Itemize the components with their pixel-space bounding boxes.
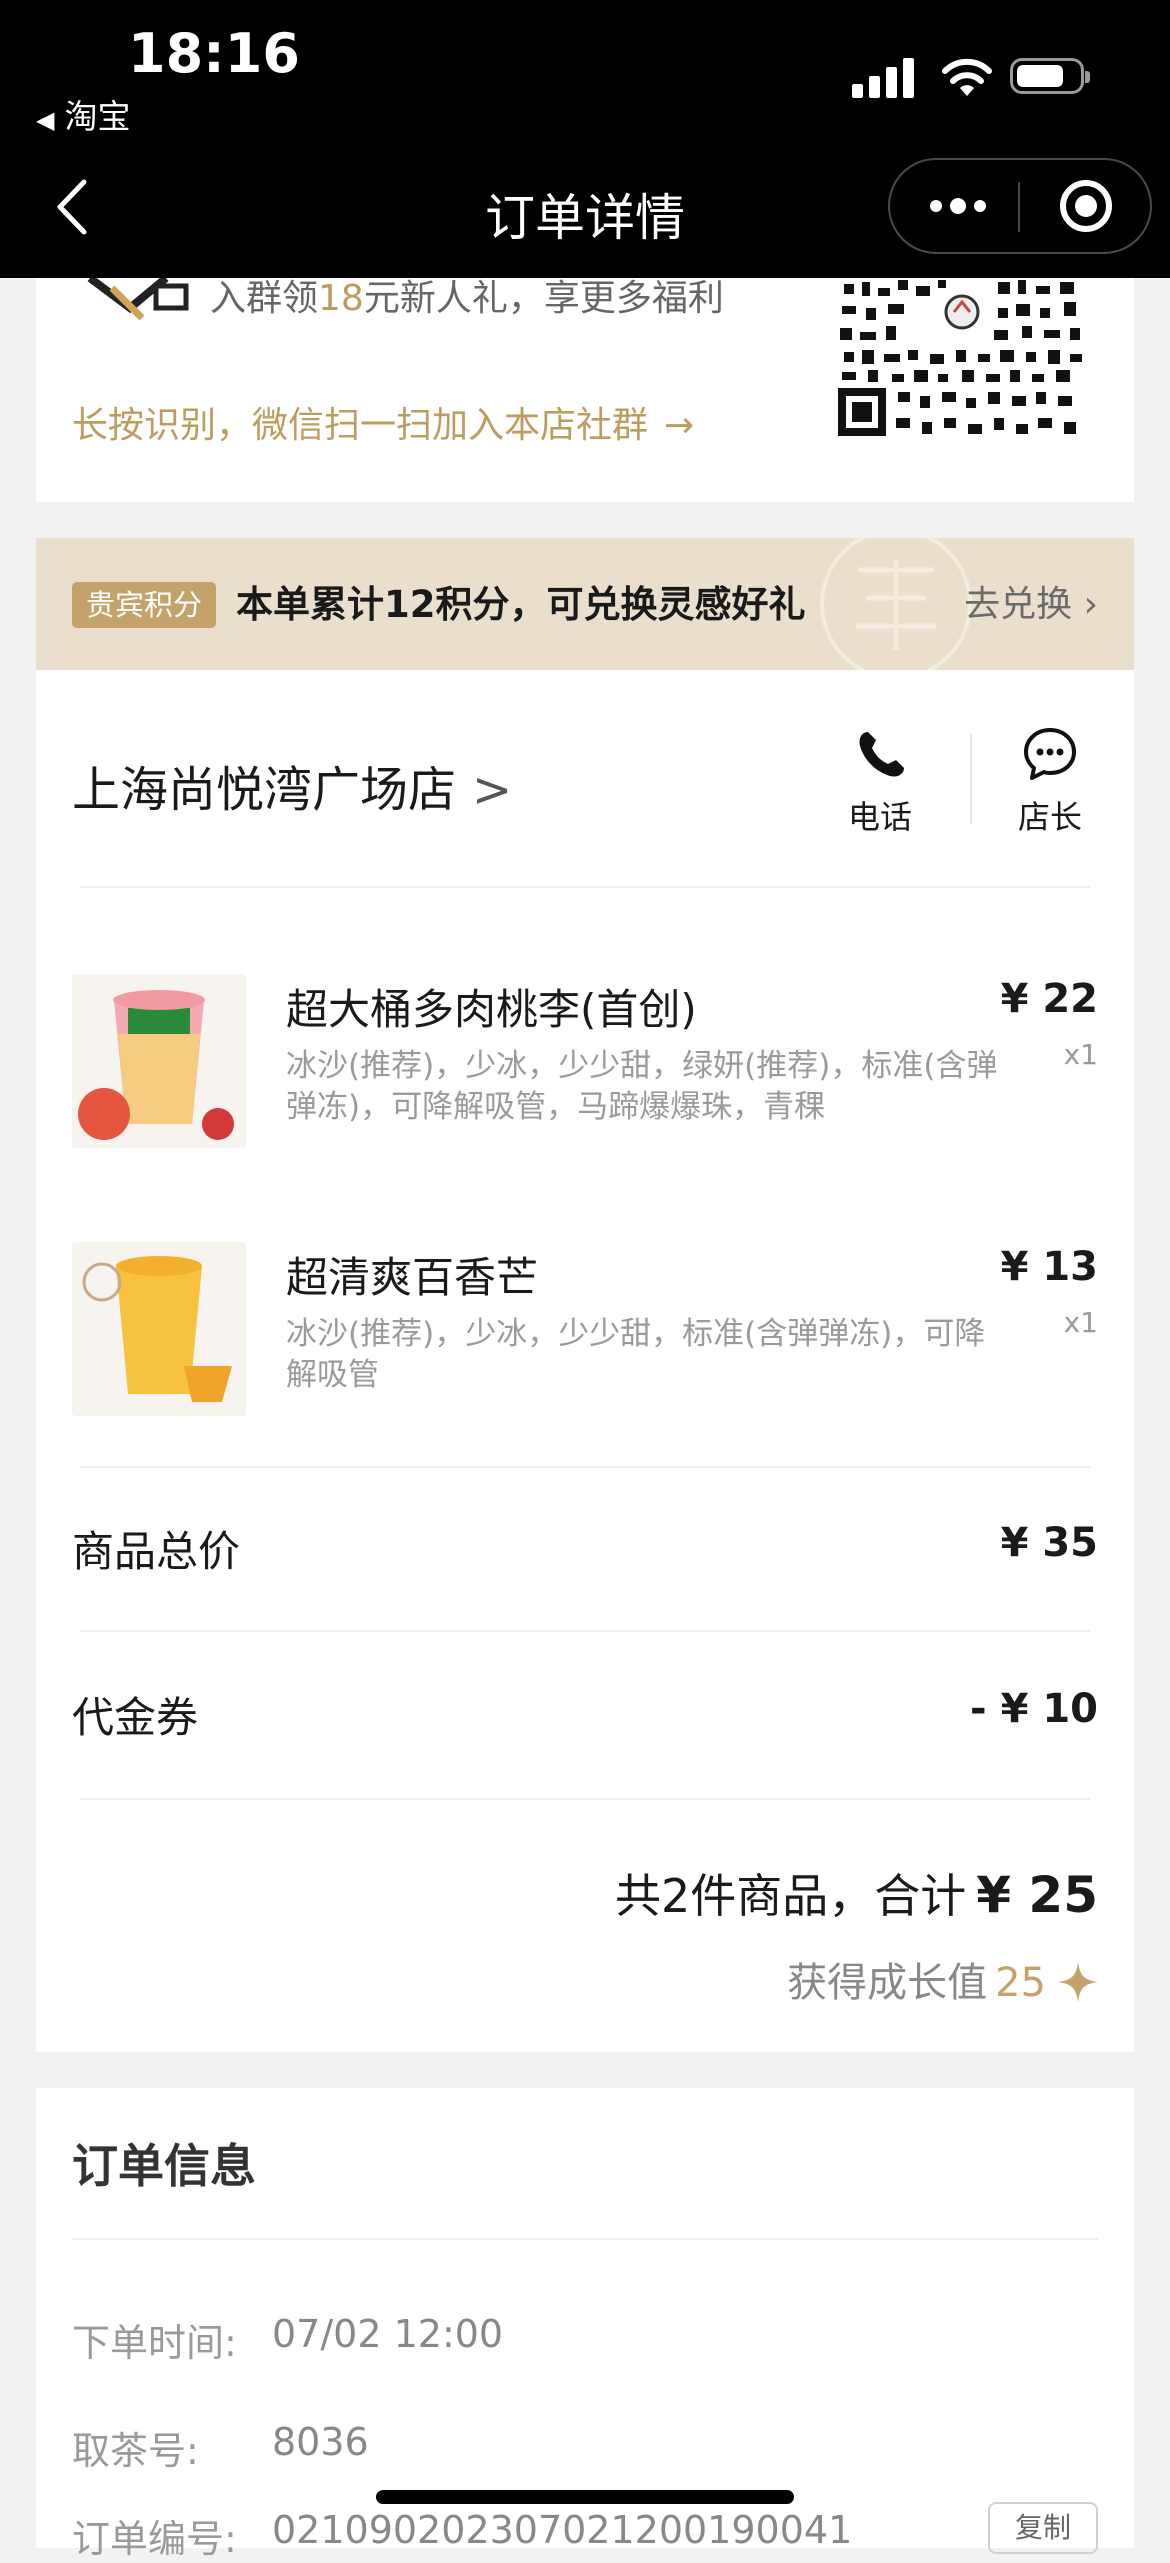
group-invite-card: 入群领18元新人礼，享更多福利 长按识别，微信扫一扫加入本店社群 → xyxy=(36,278,1134,502)
more-icon[interactable] xyxy=(930,186,1030,226)
divider xyxy=(72,2238,1098,2240)
phone-icon[interactable] xyxy=(856,730,906,780)
order-total: 共2件商品，合计 ¥ 25 xyxy=(614,1866,1098,1924)
points-badge: 贵宾积分 xyxy=(72,582,217,628)
divider xyxy=(80,1798,1090,1800)
battery-icon xyxy=(1010,58,1090,94)
divider xyxy=(80,1466,1090,1468)
invite-text: 入群领18元新人礼，享更多福利 xyxy=(210,278,724,319)
divider xyxy=(80,1630,1090,1632)
chevron-right-icon: > xyxy=(472,762,513,818)
order-info-title: 订单信息 xyxy=(72,2139,256,2193)
voucher-value: - ¥ 10 xyxy=(970,1686,1098,1732)
mascot-icon xyxy=(87,278,189,321)
home-indicator xyxy=(376,2490,794,2504)
miniapp-capsule xyxy=(888,158,1152,254)
order-card: 上海尚悦湾广场店 > 电话 店长 超大桶多肉桃李(首创) 冰沙(推荐)，少冰，少少… xyxy=(36,670,1134,2052)
signal-icon xyxy=(852,56,914,98)
divider xyxy=(80,886,1090,888)
order-number-label: 订单编号: xyxy=(72,2517,237,2561)
subtotal-value: ¥ 35 xyxy=(1000,1520,1098,1566)
product-qty: x1 xyxy=(1063,1038,1098,1071)
divider xyxy=(970,734,972,824)
arrow-right-icon: → xyxy=(664,405,695,446)
product-image[interactable] xyxy=(72,974,246,1148)
voucher-label: 代金券 xyxy=(72,1693,199,1742)
product-name: 超清爽百香芒 xyxy=(286,1253,539,1302)
chat-icon[interactable] xyxy=(1022,726,1078,782)
phone-label[interactable]: 电话 xyxy=(848,792,912,838)
back-app-label: 淘宝 xyxy=(64,97,131,136)
product-qty: x1 xyxy=(1063,1306,1098,1339)
product-price: ¥ 13 xyxy=(1000,1244,1098,1290)
redeem-link[interactable]: 去兑换 › xyxy=(964,582,1098,628)
top-bar: 18:16 ◀ 淘宝 订单详情 xyxy=(0,0,1170,278)
copy-button[interactable]: 复制 xyxy=(988,2502,1098,2554)
wifi-icon xyxy=(942,58,992,96)
pickup-number-value: 8036 xyxy=(272,2420,369,2464)
scan-hint-link[interactable]: 长按识别，微信扫一扫加入本店社群 → xyxy=(72,396,694,448)
invite-amount: 18 xyxy=(318,278,364,319)
growth-star-icon xyxy=(1058,1962,1098,2002)
product-name: 超大桶多肉桃李(首创) xyxy=(286,985,697,1034)
product-image[interactable] xyxy=(72,1242,246,1416)
subtotal-label: 商品总价 xyxy=(72,1527,241,1576)
points-banner[interactable]: 贵宾积分 本单累计12积分，可兑换灵感好礼 去兑换 › xyxy=(36,538,1134,670)
product-price: ¥ 22 xyxy=(1000,976,1098,1022)
record-icon[interactable] xyxy=(1060,180,1112,232)
total-value: ¥ 25 xyxy=(976,1866,1098,1924)
back-triangle-icon: ◀ xyxy=(36,106,55,134)
store-name-link[interactable]: 上海尚悦湾广场店 > xyxy=(72,750,512,820)
manager-label[interactable]: 店长 xyxy=(1018,792,1082,838)
order-number-value: 021090202307021200190041 xyxy=(272,2508,853,2552)
order-info-card: 订单信息 下单时间: 07/02 12:00 取茶号: 8036 订单编号: 0… xyxy=(36,2088,1134,2561)
chevron-right-icon: › xyxy=(1072,584,1098,625)
status-time: 18:16 xyxy=(128,22,300,85)
growth-points: 获得成长值 25 xyxy=(787,1950,1098,2008)
points-text: 本单累计12积分，可兑换灵感好礼 xyxy=(236,583,806,626)
qr-code[interactable] xyxy=(838,278,1086,438)
back-to-app-link[interactable]: ◀ 淘宝 xyxy=(36,90,130,138)
pickup-number-label: 取茶号: xyxy=(72,2429,199,2473)
order-time-label: 下单时间: xyxy=(72,2321,237,2365)
order-time-value: 07/02 12:00 xyxy=(272,2312,504,2356)
